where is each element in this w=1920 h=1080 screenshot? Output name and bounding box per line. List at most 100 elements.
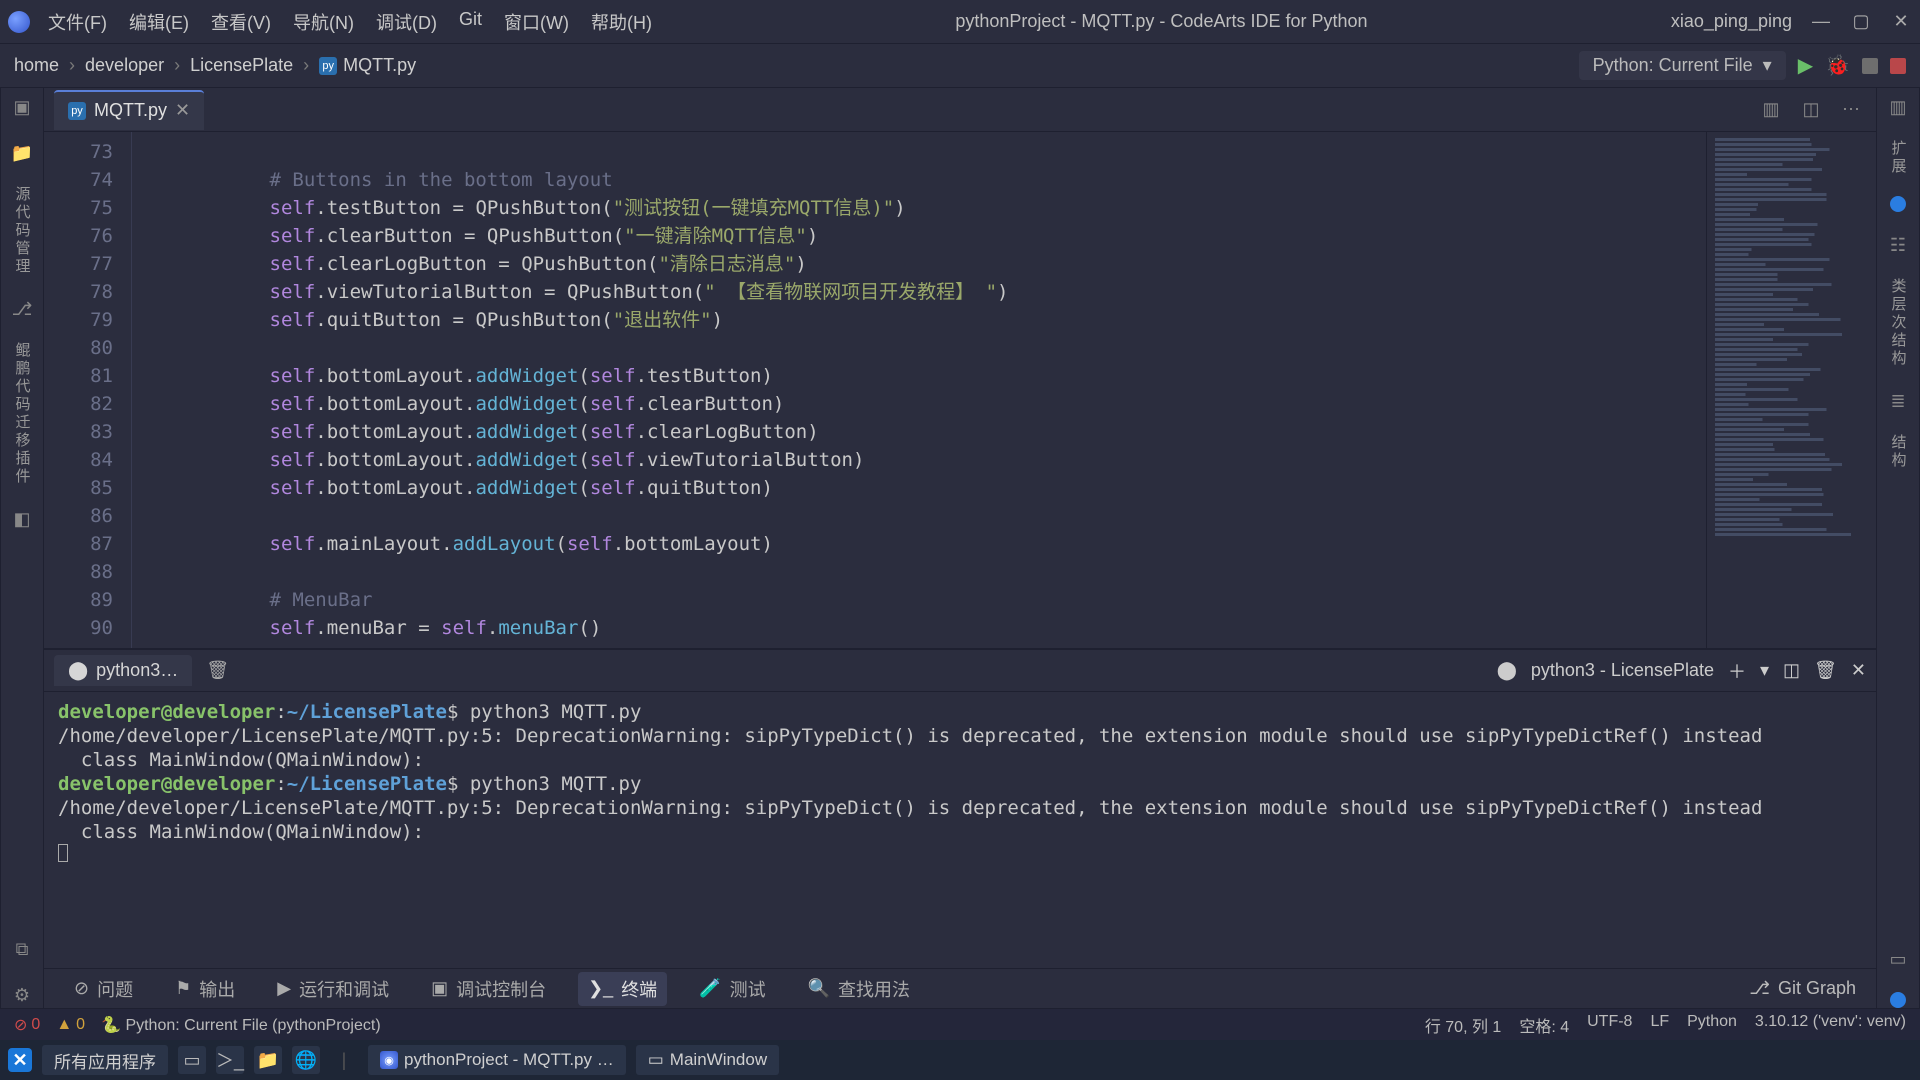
python-file-icon: py	[319, 57, 337, 75]
bottom-tab[interactable]: ⚑输出	[165, 972, 245, 1006]
bottom-tab[interactable]: 🧪测试	[689, 972, 775, 1006]
layout-bottom-icon[interactable]: ▭	[1885, 946, 1911, 972]
chevron-down-icon[interactable]: ▾	[1760, 660, 1769, 681]
window-title: pythonProject - MQTT.py - CodeArts IDE f…	[652, 11, 1671, 32]
status-interpreter[interactable]: 3.10.12 ('venv': venv)	[1755, 1013, 1906, 1037]
branch-icon[interactable]: ⎇	[9, 296, 35, 322]
bottom-tab[interactable]: ▣调试控制台	[421, 972, 556, 1006]
breadcrumb-part[interactable]: home	[14, 55, 59, 76]
minimize-icon[interactable]: —	[1810, 11, 1832, 33]
outline-icon[interactable]: ≣	[1885, 388, 1911, 414]
status-run-target[interactable]: 🐍 Python: Current File (pythonProject)	[101, 1015, 381, 1035]
user-name[interactable]: xiao_ping_ping	[1671, 11, 1792, 32]
bottom-tab[interactable]: ⊘问题	[64, 972, 143, 1006]
breadcrumb[interactable]: home › developer › LicensePlate › py MQT…	[14, 55, 416, 76]
status-eol[interactable]: LF	[1650, 1013, 1669, 1037]
status-cursor[interactable]: 行 70, 列 1	[1425, 1013, 1501, 1037]
hierarchy-icon[interactable]: ☷	[1885, 232, 1911, 258]
app-logo-icon	[8, 11, 30, 33]
taskbar-browser-icon[interactable]: 🌐	[292, 1046, 320, 1074]
terminal-tab[interactable]: ⬤ python3…	[54, 655, 192, 686]
tab-icon: ❯_	[588, 978, 613, 999]
status-errors[interactable]: ⊘0	[14, 1015, 40, 1035]
run-button[interactable]: ▶	[1798, 53, 1813, 78]
taskbar-terminal-icon[interactable]: ＞_	[216, 1046, 244, 1074]
warning-icon: ▲	[56, 1016, 72, 1034]
close-icon[interactable]: ✕	[1890, 11, 1912, 33]
menu-item[interactable]: 文件(F)	[48, 9, 107, 35]
menu-item[interactable]: 帮助(H)	[591, 9, 652, 35]
debug-button[interactable]: 🐞	[1825, 53, 1850, 78]
folder-icon[interactable]: 📁	[9, 140, 35, 166]
left-panel-kunpeng[interactable]: 鲲鹏代码迁移插件	[12, 342, 33, 486]
gear-icon[interactable]: ⚙	[9, 982, 35, 1008]
editor-tabs: py MQTT.py ✕ ▥ ◫ ⋯	[44, 88, 1876, 132]
taskbar-app-ide-label: pythonProject - MQTT.py …	[404, 1050, 614, 1070]
right-panel-extensions[interactable]: 扩展	[1888, 140, 1909, 176]
extension-icon[interactable]: ◧	[9, 506, 35, 532]
split-terminal-icon[interactable]: ◫	[1783, 660, 1800, 681]
taskbar-all-apps[interactable]: 所有应用程序	[42, 1045, 168, 1075]
editor-body[interactable]: 737475767778798081828384858687888990 # B…	[44, 132, 1876, 648]
right-activity-bar: ▥ 扩展 ☷ 类层次结构 ≣ 结构 ▭	[1876, 88, 1920, 1008]
taskbar-app-ide[interactable]: ◉ pythonProject - MQTT.py …	[368, 1045, 626, 1075]
project-icon[interactable]: ▣	[9, 94, 35, 120]
bottom-tab[interactable]: ▶运行和调试	[267, 972, 399, 1006]
minimap[interactable]	[1706, 132, 1876, 648]
run-config-label: Python: Current File	[1593, 55, 1753, 76]
menu-item[interactable]: 调试(D)	[376, 9, 437, 35]
editor-tab[interactable]: py MQTT.py ✕	[54, 90, 204, 130]
menu-item[interactable]: 查看(V)	[211, 9, 271, 35]
tab-icon: 🔍	[808, 978, 830, 999]
breadcrumb-part[interactable]: LicensePlate	[190, 55, 293, 76]
collapse-icon[interactable]: ⧉	[9, 936, 35, 962]
compare-icon[interactable]: ▥	[1758, 97, 1784, 123]
close-panel-icon[interactable]: ✕	[1851, 660, 1866, 681]
terminal-session-label: python3 - LicensePlate	[1531, 660, 1714, 681]
status-spaces[interactable]: 空格: 4	[1519, 1013, 1569, 1037]
git-graph-label[interactable]: Git Graph	[1778, 978, 1856, 999]
status-lang[interactable]: Python	[1687, 1013, 1737, 1037]
taskbar-app-window[interactable]: ▭ MainWindow	[636, 1045, 779, 1075]
breadcrumb-file[interactable]: py MQTT.py	[319, 55, 416, 76]
stop-button[interactable]	[1862, 58, 1878, 74]
taskbar-files-icon[interactable]: 📁	[254, 1046, 282, 1074]
titlebar-right: xiao_ping_ping — ▢ ✕	[1671, 11, 1912, 33]
taskbar-desktop-icon[interactable]: ▭	[178, 1046, 206, 1074]
trash-icon[interactable]: 🗑	[1814, 660, 1837, 681]
bottom-tab[interactable]: ❯_终端	[578, 972, 667, 1006]
right-panel-class-hierarchy[interactable]: 类层次结构	[1888, 278, 1909, 368]
tab-label: 运行和调试	[299, 976, 389, 1002]
os-menu-icon[interactable]: ✕	[8, 1048, 32, 1072]
breadcrumb-part[interactable]: developer	[85, 55, 164, 76]
menu-item[interactable]: Git	[459, 9, 482, 35]
menu-item[interactable]: 窗口(W)	[504, 9, 569, 35]
code-area[interactable]: # Buttons in the bottom layout self.test…	[132, 132, 1706, 648]
main-area: ▣ 📁 源代码管理 ⎇ 鲲鹏代码迁移插件 ◧ ⧉ ⚙ py MQTT.py ✕ …	[0, 88, 1920, 1008]
menu-item[interactable]: 编辑(E)	[129, 9, 189, 35]
maximize-icon[interactable]: ▢	[1850, 11, 1872, 33]
layout-icon[interactable]: ▥	[1885, 94, 1911, 120]
terminal-tab-right: ⬤ python3 - LicensePlate ＋ ▾ ◫ 🗑 ✕	[1497, 658, 1866, 684]
trash-icon[interactable]: 🗑	[206, 660, 229, 681]
run-config-dropdown[interactable]: Python: Current File ▾	[1579, 51, 1786, 80]
terminal-session-icon: ⬤	[1497, 660, 1517, 681]
bottom-tab[interactable]: 🔍查找用法	[798, 972, 920, 1006]
status-encoding[interactable]: UTF-8	[1587, 1013, 1632, 1037]
split-editor-icon[interactable]: ◫	[1798, 97, 1824, 123]
right-panel-structure[interactable]: 结构	[1888, 434, 1909, 470]
terminal-panel: ⬤ python3… 🗑 ⬤ python3 - LicensePlate ＋ …	[44, 648, 1876, 968]
record-button[interactable]	[1890, 58, 1906, 74]
notification-dot-icon	[1890, 992, 1906, 1008]
line-numbers: 737475767778798081828384858687888990	[44, 132, 132, 648]
more-icon[interactable]: ⋯	[1838, 97, 1864, 123]
add-terminal-icon[interactable]: ＋	[1728, 658, 1746, 684]
left-panel-source-control[interactable]: 源代码管理	[12, 186, 33, 276]
close-tab-icon[interactable]: ✕	[175, 100, 190, 121]
status-warnings[interactable]: ▲0	[56, 1016, 85, 1034]
terminal-icon: ⬤	[68, 660, 88, 681]
statusbar-right: 行 70, 列 1 空格: 4 UTF-8 LF Python 3.10.12 …	[1425, 1013, 1906, 1037]
terminal-body[interactable]: developer@developer:~/LicensePlate$ pyth…	[44, 692, 1876, 968]
titlebar: 文件(F) 编辑(E) 查看(V) 导航(N) 调试(D) Git 窗口(W) 帮助(H) p…	[0, 0, 1920, 44]
menu-item[interactable]: 导航(N)	[293, 9, 354, 35]
